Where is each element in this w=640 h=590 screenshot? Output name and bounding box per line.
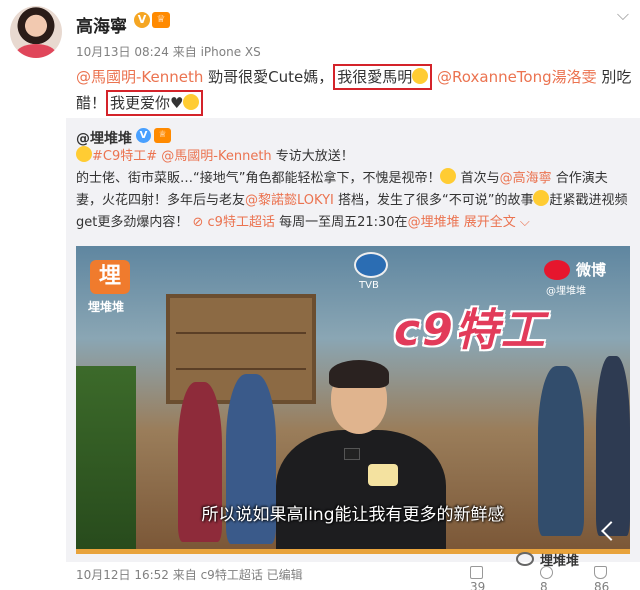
tvb-text: TVB bbox=[359, 280, 379, 291]
wechat-icon bbox=[516, 552, 534, 566]
post-source: 来自 iPhone XS bbox=[172, 45, 261, 59]
highlight-box: 我很愛馬明 bbox=[333, 64, 433, 90]
repost-button[interactable]: 39 bbox=[470, 566, 489, 590]
kiss-emoji-icon bbox=[440, 168, 457, 184]
video-plant bbox=[76, 366, 136, 554]
retweet-time[interactable]: 10月12日 16:52 bbox=[76, 568, 169, 582]
avatar-shirt bbox=[16, 44, 56, 58]
video-player[interactable]: c9特工 埋 埋堆堆 TVB 微博 @埋堆堆 所以说如果高ling能让我有更多的… bbox=[76, 246, 630, 554]
mention-link[interactable]: @黎諾懿LOKYI bbox=[245, 193, 334, 208]
video-subtitle: 所以说如果高ling能让我有更多的新鲜感 bbox=[201, 505, 505, 525]
footer-meta: 10月12日 16:52 来自 c9特工超话 已编辑 bbox=[76, 566, 303, 583]
retweet-source: 来自 c9特工超话 bbox=[172, 568, 263, 582]
superchat-link[interactable]: ⊘ c9特工超话 bbox=[193, 215, 275, 230]
tvb-logo-icon bbox=[354, 252, 388, 278]
expand-link[interactable]: 展开全文 ⌵ bbox=[464, 215, 530, 230]
highlight-box: 我更爱你♥ bbox=[106, 90, 204, 116]
mention-link[interactable]: @埋堆堆 bbox=[408, 215, 460, 230]
like-count: 86 bbox=[594, 580, 610, 590]
comment-button[interactable]: 8 bbox=[540, 566, 559, 590]
post-text: @馬國明-Kenneth 勁哥很愛Cute媽， 我很愛馬明 @RoxanneTon… bbox=[76, 64, 632, 116]
highlight-text: 我更爱你♥ bbox=[110, 94, 184, 112]
video-presenter-body bbox=[276, 430, 446, 554]
mention-link[interactable]: @高海寧 bbox=[500, 171, 552, 186]
retweet-text-part: 搭档，发生了很多“不可说”的故事 bbox=[333, 193, 534, 208]
weibo-post: 高海寧 V ♕ ⌵ 10月13日 08:24 来自 iPhone XS @馬國明… bbox=[0, 0, 640, 590]
comment-icon bbox=[540, 566, 553, 579]
highlight-text: 我很愛馬明 bbox=[337, 68, 413, 86]
sticker-emoji-icon bbox=[76, 146, 92, 162]
comment-count: 8 bbox=[540, 580, 548, 590]
retweet-text-part: 专访大放送！ bbox=[271, 149, 354, 164]
weibo-text: 微博 bbox=[576, 261, 607, 279]
retweet-text-part: 首次与 bbox=[456, 171, 500, 186]
weibo-logo-icon bbox=[544, 260, 570, 280]
retweet-box[interactable]: @埋堆堆 V ♕ #C9特工# @馬國明-Kenneth 专访大放送！ 的士佬、… bbox=[66, 118, 640, 562]
avatar[interactable] bbox=[10, 6, 62, 58]
laugh-emoji-icon bbox=[412, 68, 429, 84]
level-badge-icon: ♕ bbox=[152, 12, 170, 28]
name-badge bbox=[368, 464, 398, 486]
video-show-title: c9特工 bbox=[394, 305, 547, 356]
chevron-down-icon[interactable]: ⌵ bbox=[612, 6, 634, 24]
post-time[interactable]: 10月13日 08:24 bbox=[76, 45, 169, 59]
shelf-row bbox=[176, 332, 306, 334]
like-icon bbox=[594, 566, 607, 579]
verified-blue-icon: V bbox=[136, 128, 151, 143]
hashtag-link[interactable]: #C9特工# bbox=[92, 149, 157, 164]
edited-label: 已编辑 bbox=[266, 568, 303, 582]
retweet-username[interactable]: @埋堆堆 bbox=[76, 128, 132, 148]
like-button[interactable]: 86 bbox=[594, 566, 613, 590]
retweet-text-part: 的士佬、街市菜販…“接地气”角色都能轻松拿下，不愧是视帝！ bbox=[76, 171, 441, 186]
post-text-part: 勁哥很愛Cute媽， bbox=[203, 68, 334, 86]
username[interactable]: 高海寧 bbox=[76, 12, 127, 37]
retweet-text: #C9特工# @馬國明-Kenneth 专访大放送！ 的士佬、街市菜販…“接地气… bbox=[76, 146, 632, 234]
repost-icon bbox=[470, 566, 483, 579]
repost-count: 39 bbox=[470, 580, 486, 590]
mention-link[interactable]: @馬國明-Kenneth bbox=[161, 149, 271, 164]
expand-label: 展开全文 bbox=[463, 215, 516, 230]
video-logo-text: 埋堆堆 bbox=[88, 300, 125, 314]
mention-link[interactable]: @馬國明-Kenneth bbox=[76, 68, 203, 86]
laugh-emoji-icon bbox=[533, 190, 550, 206]
kiss-emoji-icon bbox=[183, 94, 200, 110]
verified-icon: V bbox=[134, 12, 150, 28]
post-meta: 10月13日 08:24 来自 iPhone XS bbox=[76, 43, 261, 60]
superchat-label: c9特工超话 bbox=[207, 215, 275, 230]
video-presenter-hair bbox=[329, 360, 389, 388]
retweet-text-part: 每周一至周五21:30在 bbox=[274, 215, 408, 230]
shelf-row bbox=[176, 368, 306, 370]
weibo-handle: @埋堆堆 bbox=[546, 286, 586, 297]
level-badge-icon: ♕ bbox=[154, 128, 171, 143]
video-logo-icon: 埋 bbox=[90, 260, 130, 294]
microphone-icon bbox=[344, 448, 360, 460]
mention-link[interactable]: @RoxanneTong湯洛雯 bbox=[437, 68, 597, 86]
